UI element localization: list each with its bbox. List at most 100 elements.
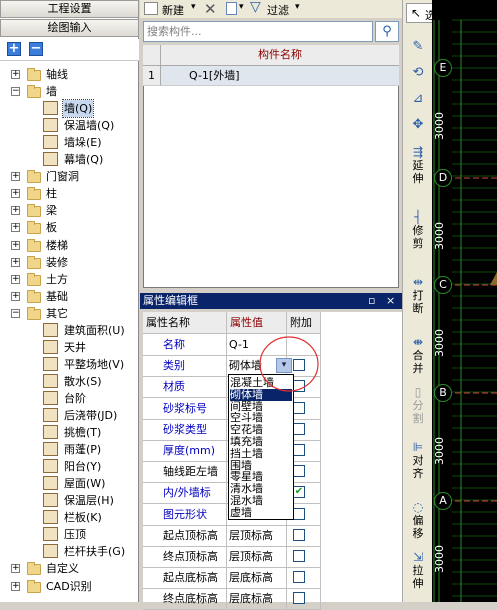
tree-item[interactable]: + 梁 — [0, 202, 139, 219]
tool-button-3[interactable]: ⇼ 合并 — [406, 335, 430, 375]
delete-icon[interactable]: ✕ — [204, 0, 217, 18]
tree-item[interactable]: + 门窗洞 — [0, 168, 139, 185]
dropdown-option[interactable]: 间壁墙 — [230, 401, 292, 413]
tool-button-4[interactable]: ▯ 分割 — [406, 385, 430, 425]
tool-button-6[interactable]: ◌ 偏移 — [406, 500, 430, 540]
tree-item[interactable]: 雨蓬(P) — [0, 441, 139, 458]
expand-icon[interactable]: + — [11, 189, 20, 199]
dropdown-option[interactable]: 零星墙 — [230, 471, 292, 483]
tool-button-5[interactable]: ⊫ 对齐 — [406, 440, 430, 480]
expand-icon[interactable]: + — [11, 581, 20, 591]
close-icon[interactable]: × — [386, 293, 395, 309]
dropdown-option[interactable]: 混水墙 — [230, 495, 292, 507]
rotate-copy-icon[interactable]: ⟲ — [406, 66, 430, 80]
expand-icon[interactable]: + — [11, 291, 20, 301]
expand-icon[interactable]: + — [11, 257, 20, 267]
tree-item[interactable]: + 装修 — [0, 254, 139, 271]
new-icon[interactable] — [144, 2, 158, 15]
tool-button-7[interactable]: ⇲ 拉伸 — [406, 550, 430, 590]
expand-icon[interactable]: + — [11, 223, 20, 233]
add-checkbox[interactable]: ✔ — [293, 486, 305, 499]
property-row[interactable]: 终点顶标高 层顶标高 — [143, 546, 323, 568]
add-checkbox[interactable] — [293, 528, 305, 541]
tree-item[interactable]: + 轴线 — [0, 66, 139, 83]
tool-button-2[interactable]: ⇹ 打断 — [406, 275, 430, 315]
tree-item[interactable]: 平整场地(V) — [0, 356, 139, 373]
tree-item[interactable]: 挑檐(T) — [0, 424, 139, 441]
add-checkbox[interactable] — [293, 422, 305, 435]
table-row[interactable]: 1 Q-1[外墙] — [143, 66, 399, 86]
tree-item[interactable]: + 楼梯 — [0, 237, 139, 254]
filter-icon[interactable]: ▽ — [250, 0, 261, 15]
expand-icon[interactable]: + — [11, 240, 20, 250]
dropdown-option[interactable]: 挡土墙 — [230, 448, 292, 460]
add-checkbox[interactable] — [293, 571, 305, 584]
pin-icon[interactable]: ▫ — [368, 293, 375, 309]
tree-item[interactable]: 栏板(K) — [0, 509, 139, 526]
copy-icon[interactable] — [226, 2, 237, 15]
tree-item[interactable]: 台阶 — [0, 390, 139, 407]
tree-item[interactable]: + 土方 — [0, 271, 139, 288]
tree-item[interactable]: 栏杆扶手(G) — [0, 543, 139, 560]
expand-icon[interactable]: − — [11, 308, 20, 318]
collapse-all-icon[interactable]: − — [29, 42, 43, 56]
drawing-canvas[interactable]: E D C B A 3000 3000 3000 3000 3000 — [432, 0, 497, 602]
expand-icon[interactable]: + — [11, 564, 20, 574]
property-value[interactable]: 层底标高 — [227, 567, 287, 590]
property-row[interactable]: 起点底标高 层底标高 — [143, 567, 323, 590]
tool-button-1[interactable]: ┤ 修剪 — [406, 210, 430, 250]
dropdown-option[interactable]: 空斗墙 — [230, 412, 292, 424]
tree-item[interactable]: 保温层(H) — [0, 492, 139, 509]
tree-item[interactable]: 后浇带(JD) — [0, 407, 139, 424]
property-value[interactable]: 层顶标高 — [227, 546, 287, 568]
tool-button-0[interactable]: ⇶ 延伸 — [406, 145, 430, 185]
add-checkbox[interactable] — [293, 401, 305, 414]
tree-item[interactable]: 幕墙(Q) — [0, 151, 139, 168]
expand-icon[interactable]: + — [11, 172, 20, 182]
tree-item[interactable]: 保温墙(Q) — [0, 117, 139, 134]
tree-item[interactable]: 天井 — [0, 339, 139, 356]
tree-item[interactable]: + CAD识别 — [0, 578, 139, 595]
category-dropdown-list[interactable]: 混凝土墙 砌体墙 间壁墙 空斗墙 空花墙 填充墙 挡土墙 围墙 零星墙 清水墙 混水墙 虚墙 — [228, 374, 294, 520]
expand-all-icon[interactable]: + — [7, 42, 21, 56]
expand-icon[interactable]: + — [11, 274, 20, 284]
draw-input-button[interactable]: 绘图输入 — [0, 19, 139, 37]
property-value[interactable]: 层底标高 — [227, 588, 287, 610]
add-checkbox[interactable] — [293, 465, 305, 478]
tree-item[interactable]: 散水(S) — [0, 373, 139, 390]
add-checkbox[interactable] — [293, 444, 305, 456]
expand-icon[interactable]: + — [11, 70, 20, 79]
expand-icon[interactable]: + — [11, 206, 20, 216]
new-button[interactable]: 新建 — [162, 2, 184, 18]
tree-item[interactable]: 屋面(W) — [0, 475, 139, 492]
dropdown-option[interactable]: 清水墙 — [230, 483, 292, 495]
tree-item[interactable]: 建筑面积(U) — [0, 322, 139, 339]
tree-item[interactable]: 阳台(Y) — [0, 458, 139, 475]
expand-icon[interactable]: − — [11, 87, 20, 97]
filter-button[interactable]: 过滤 — [267, 2, 289, 18]
tree-item[interactable]: − 其它 — [0, 305, 139, 322]
mirror-icon[interactable]: ⊿ — [406, 92, 430, 106]
tree-item[interactable]: + 板 — [0, 219, 139, 236]
property-value[interactable]: 层顶标高 — [227, 524, 287, 547]
property-row[interactable]: 起点顶标高 层顶标高 — [143, 524, 323, 547]
dropdown-option[interactable]: 围墙 — [230, 460, 292, 472]
dropdown-option[interactable]: 虚墙 — [230, 507, 292, 519]
pen-icon[interactable]: ✎ — [406, 40, 430, 54]
dropdown-option[interactable]: 空花墙 — [230, 424, 292, 436]
add-checkbox[interactable] — [293, 592, 305, 605]
tree-item[interactable]: − 墙 — [0, 83, 139, 100]
dropdown-option[interactable]: 填充墙 — [230, 436, 292, 448]
tree-item[interactable]: + 自定义 — [0, 560, 139, 577]
add-checkbox[interactable] — [293, 507, 305, 520]
tree-item[interactable]: 墙垛(E) — [0, 134, 139, 151]
tree-item[interactable]: + 柱 — [0, 185, 139, 202]
property-row[interactable]: 终点底标高 层底标高 — [143, 588, 323, 610]
project-settings-button[interactable]: 工程设置 — [0, 0, 139, 18]
add-checkbox[interactable] — [293, 550, 305, 562]
search-input[interactable]: 搜索构件... — [143, 21, 373, 42]
tree-item[interactable]: 压顶 — [0, 526, 139, 543]
move-icon[interactable]: ✥ — [406, 118, 430, 132]
search-icon[interactable]: ⚲ — [375, 21, 399, 42]
tree-item[interactable]: + 基础 — [0, 288, 139, 305]
